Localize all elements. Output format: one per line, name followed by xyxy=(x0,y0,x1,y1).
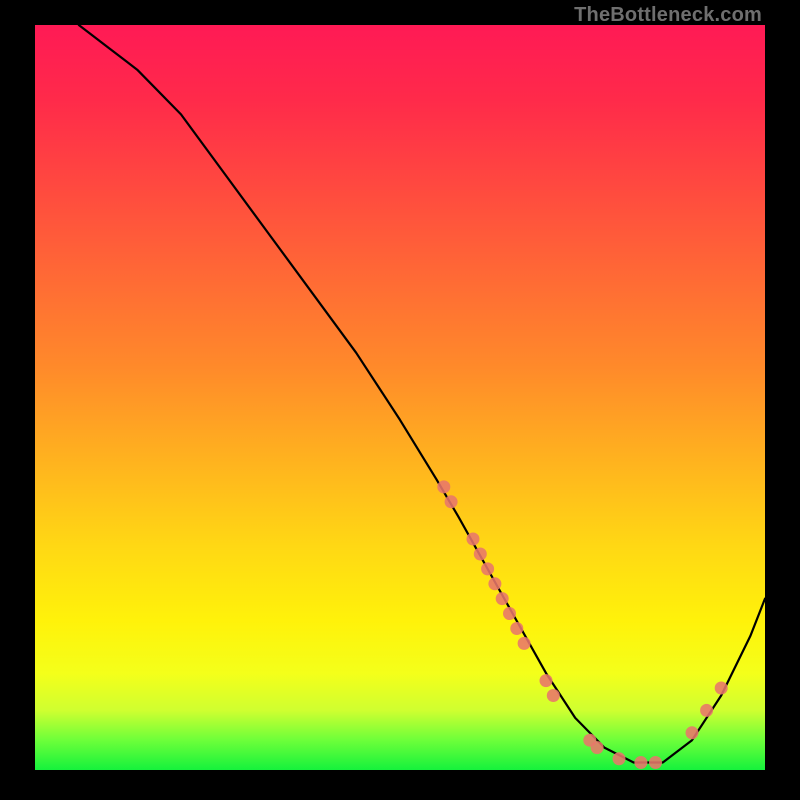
marker-dot xyxy=(547,689,560,702)
curve-line xyxy=(79,25,765,763)
marker-dot xyxy=(445,495,458,508)
watermark-text: TheBottleneck.com xyxy=(574,4,762,27)
marker-dot xyxy=(437,480,450,493)
marker-dot xyxy=(467,533,480,546)
chart-stage: TheBottleneck.com xyxy=(0,0,800,800)
marker-dot xyxy=(649,756,662,769)
marker-dot xyxy=(474,548,487,561)
marker-dot xyxy=(488,577,501,590)
marker-dot xyxy=(518,637,531,650)
marker-dot xyxy=(540,674,553,687)
marker-dot xyxy=(591,741,604,754)
chart-svg xyxy=(35,25,765,770)
marker-dot xyxy=(481,562,494,575)
marker-dot xyxy=(503,607,516,620)
marker-dot xyxy=(634,756,647,769)
marker-dot xyxy=(700,704,713,717)
marker-dot xyxy=(686,726,699,739)
marker-dot xyxy=(715,682,728,695)
marker-dot xyxy=(613,752,626,765)
plot-area xyxy=(35,25,765,770)
marker-dot xyxy=(510,622,523,635)
marker-dot xyxy=(496,592,509,605)
